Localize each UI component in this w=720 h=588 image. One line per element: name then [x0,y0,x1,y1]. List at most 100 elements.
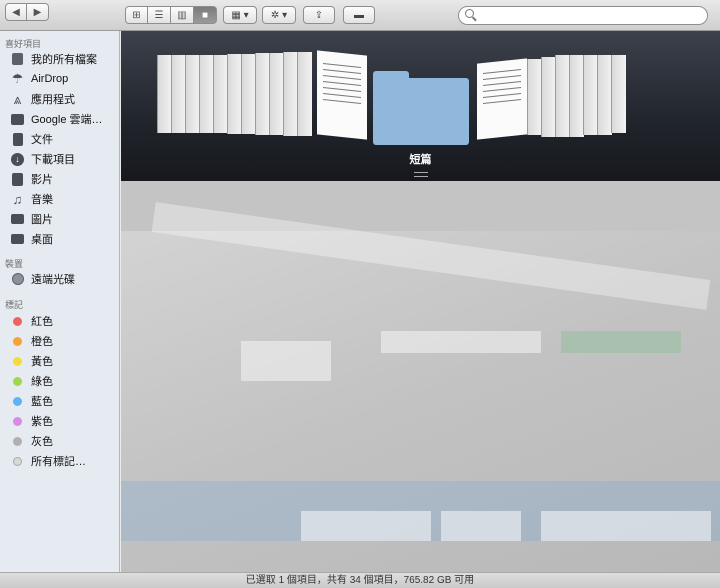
tag-dot-icon [13,456,22,466]
sidebar-item-tag-yellow[interactable]: 黃色 [10,352,118,370]
coverflow-item[interactable] [213,55,228,133]
view-mode-control: ⊞ ☰ ▥ ■ [125,6,217,24]
sidebar-item-music[interactable]: ♫ 音樂 [10,190,118,208]
coverflow-item[interactable] [555,55,570,137]
preview-card [561,331,681,353]
desktop-icon [10,232,25,246]
sidebar-item-label: 灰色 [31,436,53,448]
coverflow-item[interactable] [583,55,598,135]
sidebar-item-tag-green[interactable]: 綠色 [10,372,118,390]
coverflow-view-button[interactable]: ■ [194,6,217,24]
sidebar-item-label: 紅色 [31,316,53,328]
tag-dot-icon [13,376,22,386]
coverflow-item[interactable] [157,55,172,133]
coverflow-item[interactable] [255,53,270,135]
sidebar-item-label: 桌面 [31,234,53,246]
sidebar-item-downloads[interactable]: ↓ 下載項目 [10,150,118,168]
sidebar-item-label: 所有標記… [31,456,86,468]
sidebar-item-movies[interactable]: 影片 [10,170,118,188]
tags-button[interactable]: ▬ [343,6,375,24]
coverflow-item[interactable] [527,59,542,135]
sidebar: 喜好項目 我的所有檔案 ☂ AirDrop ⩓ 應用程式 Google 雲端… 文件… [0,31,120,572]
search-field[interactable] [458,6,708,25]
sidebar-item-tag-blue[interactable]: 藍色 [10,392,118,410]
favorites-header: 喜好項目 [5,39,42,49]
sidebar-item-tag-gray[interactable]: 灰色 [10,432,118,450]
sidebar-item-tag-purple[interactable]: 紫色 [10,412,118,430]
applications-icon: ⩓ [13,90,22,107]
sidebar-item-label: 影片 [31,174,53,186]
sidebar-item-google-drive[interactable]: Google 雲端… [10,110,118,128]
coverflow-item[interactable] [611,55,626,133]
sidebar-item-tag-red[interactable]: 紅色 [10,312,118,330]
coverflow-view[interactable]: 短篇 [121,31,720,181]
sidebar-item-airdrop[interactable]: ☂ AirDrop [10,70,118,88]
sidebar-item-label: 綠色 [31,376,53,388]
chevron-right-icon: ▶ [33,6,42,18]
sidebar-item-pictures[interactable]: 圖片 [10,210,118,228]
grid-icon: ⊞ [132,9,141,21]
action-button[interactable]: ✲ ▾ [262,6,296,24]
preview-card [241,341,331,381]
coverflow-item[interactable] [185,55,200,133]
back-forward-control: ◀ ▶ [5,3,49,21]
sidebar-item-label: 文件 [31,134,53,146]
sidebar-item-label: 應用程式 [31,94,75,106]
coverflow-item[interactable] [283,52,298,136]
sidebar-item-label: 音樂 [31,194,53,206]
sidebar-item-label: Google 雲端… [31,114,103,126]
sidebar-item-label: 藍色 [31,396,53,408]
movies-icon [10,172,25,186]
chevron-left-icon: ◀ [12,6,20,18]
coverflow-item[interactable] [297,52,312,136]
coverflow-document[interactable] [317,50,367,140]
column-view-button[interactable]: ▥ [171,6,194,24]
list-view-button[interactable]: ☰ [148,6,171,24]
arrange-button[interactable]: ▦ ▾ [223,6,257,24]
tags-header: 標記 [5,300,24,310]
list-icon: ☰ [154,9,164,21]
all-files-icon [10,52,25,66]
sidebar-item-documents[interactable]: 文件 [10,130,118,148]
pictures-icon [10,212,25,226]
coverflow-item[interactable] [171,55,186,133]
tag-dot-icon [13,336,22,346]
search-input[interactable] [479,8,703,24]
preview-area[interactable] [121,181,720,572]
sidebar-item-remote-disc[interactable]: 遠端光碟 [10,270,118,288]
coverflow-document[interactable] [477,58,527,140]
sidebar-item-label: AirDrop [31,73,69,85]
coverflow-item[interactable] [597,55,612,135]
coverflow-item[interactable] [569,55,584,137]
sidebar-item-label: 圖片 [31,214,53,226]
coverflow-icon: ■ [201,9,209,21]
sidebar-item-all-files[interactable]: 我的所有檔案 [10,50,118,68]
tag-dot-icon [13,356,22,366]
tag-dot-icon [13,436,22,446]
back-button[interactable]: ◀ [5,3,27,21]
forward-button[interactable]: ▶ [27,3,49,21]
coverflow-item[interactable] [541,57,556,137]
coverflow-item[interactable] [269,53,284,135]
selected-folder[interactable] [373,71,469,145]
sidebar-item-label: 紫色 [31,416,53,428]
sidebar-item-applications[interactable]: ⩓ 應用程式 [10,90,118,108]
share-button[interactable]: ⇪ [303,6,335,24]
coverflow-item[interactable] [241,54,256,134]
coverflow-item[interactable] [227,54,242,134]
sidebar-item-all-tags[interactable]: 所有標記… [10,452,118,470]
sidebar-item-tag-orange[interactable]: 橙色 [10,332,118,350]
coverflow-item[interactable] [199,55,214,133]
sidebar-item-label: 橙色 [31,336,53,348]
sidebar-item-desktop[interactable]: 桌面 [10,230,118,248]
documents-icon [10,132,25,146]
preview-card [441,511,521,541]
tag-icon: ▬ [354,9,364,21]
share-icon: ⇪ [314,9,324,21]
music-icon: ♫ [12,191,23,207]
coverflow-resize-handle[interactable] [414,172,428,177]
downloads-icon: ↓ [10,152,25,166]
search-icon [465,9,474,18]
icon-view-button[interactable]: ⊞ [125,6,148,24]
columns-icon: ▥ [177,9,187,21]
